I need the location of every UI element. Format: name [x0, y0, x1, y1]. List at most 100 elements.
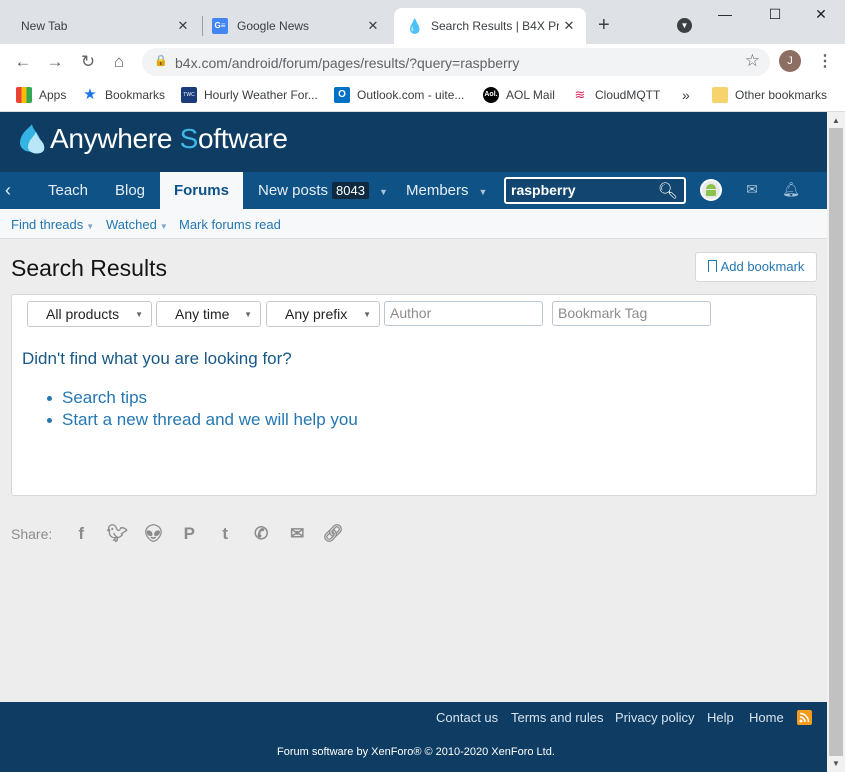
nav-new-posts[interactable]: New posts 8043 ▼ — [258, 172, 388, 209]
logo-word-1: Anywhere — [50, 123, 180, 154]
email-icon[interactable]: ✉ — [284, 524, 310, 544]
lock-icon: 🔒 — [154, 55, 168, 67]
tab-new-tab[interactable]: New Tab ✕ — [8, 8, 200, 44]
start-thread-link[interactable]: Start a new thread and we will help you — [47, 409, 358, 431]
bookmark-label: Outlook.com - uite... — [357, 88, 465, 102]
bookmark-label: Apps — [39, 88, 67, 102]
bookmark-cloudmqtt[interactable]: ≋ CloudMQTT — [572, 86, 661, 104]
maximize-icon[interactable]: ☐ — [765, 6, 785, 23]
tab-search-results[interactable]: 💧 Search Results | B4X Programm ✕ — [394, 8, 586, 44]
twitter-icon[interactable]: 🐦︎ — [104, 524, 130, 544]
star-icon: ★ — [83, 86, 97, 103]
bookmark-other[interactable]: Other bookmarks — [712, 86, 827, 104]
copyright-text: Forum software by XenForo® © 2010-2020 X… — [277, 746, 555, 758]
tumblr-icon[interactable]: t — [212, 524, 238, 544]
subnav-label: Watched — [106, 217, 157, 232]
forward-arrow-icon[interactable]: → — [44, 51, 66, 73]
browser-toolbar: ← → ↻ ⌂ 🔒 b4x.com/android/forum/pages/re… — [0, 44, 845, 80]
pinterest-icon[interactable]: P — [176, 524, 202, 544]
help-links: Search tips Start a new thread and we wi… — [47, 387, 358, 431]
profile-avatar[interactable]: J — [779, 50, 801, 72]
scroll-up-arrow-icon[interactable]: ▲ — [832, 116, 840, 125]
share-bar: Share: f 🐦︎ 👽︎ P t ✆ ✉ 🔗︎ — [11, 524, 356, 544]
page-scrollbar[interactable]: ▲ ▼ — [827, 112, 845, 772]
logo-word-2: oftware — [197, 123, 288, 154]
chevron-down-icon: ▼ — [244, 310, 252, 319]
window-close-icon[interactable]: ✕ — [811, 6, 831, 23]
footer-home-link[interactable]: Home — [749, 710, 784, 725]
footer-terms-link[interactable]: Terms and rules — [511, 710, 603, 725]
filter-products-select[interactable]: All products ▼ — [27, 301, 152, 327]
scrollbar-thumb[interactable] — [829, 128, 843, 756]
weather-channel-icon: TWC — [181, 87, 197, 103]
bookmark-bookmarks[interactable]: ★ Bookmarks — [82, 86, 165, 104]
android-avatar[interactable] — [700, 179, 722, 201]
logo-waves-icon — [20, 124, 45, 154]
footer-privacy-link[interactable]: Privacy policy — [615, 710, 694, 725]
tab-google-news[interactable]: G≡ Google News ✕ — [204, 8, 390, 44]
bookmark-weather[interactable]: TWC Hourly Weather For... — [181, 86, 318, 104]
subnav-find-threads[interactable]: Find threads ▼ — [11, 217, 94, 232]
new-tab-plus-icon[interactable]: + — [598, 15, 610, 35]
close-icon[interactable]: ✕ — [562, 19, 576, 33]
home-icon[interactable]: ⌂ — [108, 51, 130, 73]
mail-icon[interactable]: ✉ — [741, 181, 763, 201]
search-icon[interactable]: 🔍︎ — [658, 181, 678, 201]
link-icon[interactable]: 🔗︎ — [320, 524, 346, 544]
bookmark-apps[interactable]: Apps — [16, 86, 66, 104]
search-tips-link[interactable]: Search tips — [47, 387, 358, 409]
author-input[interactable]: Author — [384, 301, 543, 326]
address-bar[interactable]: 🔒 b4x.com/android/forum/pages/results/?q… — [142, 48, 770, 76]
chevron-down-icon[interactable]: ▼ — [379, 187, 388, 197]
bookmark-tag-input[interactable]: Bookmark Tag — [552, 301, 711, 326]
site-logo[interactable]: Anywhere Software — [16, 122, 288, 156]
bookmark-aol[interactable]: Aol. AOL Mail — [483, 86, 555, 104]
rss-icon[interactable] — [797, 710, 812, 725]
bookmark-label: Bookmarks — [105, 88, 166, 102]
bookmark-star-icon[interactable]: ☆ — [745, 51, 760, 71]
chevron-down-icon: ▼ — [159, 222, 168, 231]
tab-title: New Tab — [21, 19, 68, 33]
browser-tab-strip: New Tab ✕ G≡ Google News ✕ 💧 Search Resu… — [0, 0, 845, 44]
reload-icon[interactable]: ↻ — [77, 51, 99, 73]
tab-search-chevron-icon[interactable]: ▼ — [677, 18, 692, 33]
facebook-icon[interactable]: f — [68, 524, 94, 544]
new-posts-count-badge: 8043 — [332, 182, 369, 199]
scroll-down-arrow-icon[interactable]: ▼ — [832, 759, 840, 768]
nav-blog[interactable]: Blog — [115, 172, 145, 209]
logo-text: Anywhere Software — [50, 123, 288, 155]
subnav-watched[interactable]: Watched ▼ — [106, 217, 168, 232]
filter-prefix-select[interactable]: Any prefix ▼ — [266, 301, 380, 327]
bookmark-outlook[interactable]: O Outlook.com - uite... — [334, 86, 464, 104]
nav-back-chevron-icon[interactable]: ‹ — [5, 172, 11, 209]
nav-forums[interactable]: Forums — [160, 172, 243, 209]
nav-teach[interactable]: Teach — [48, 172, 88, 209]
bookmarks-bar: Apps ★ Bookmarks TWC Hourly Weather For.… — [0, 80, 845, 112]
subnav-mark-forums-read[interactable]: Mark forums read — [179, 217, 281, 232]
close-icon[interactable]: ✕ — [176, 19, 190, 33]
close-icon[interactable]: ✕ — [366, 19, 380, 33]
add-bookmark-button[interactable]: Add bookmark — [695, 252, 817, 282]
filter-value: Any prefix — [285, 306, 348, 322]
reddit-icon[interactable]: 👽︎ — [140, 524, 166, 544]
filter-value: All products — [46, 306, 120, 322]
web-page: Anywhere Software ‹ Teach Blog Forums Ne… — [0, 112, 827, 772]
footer-contact-link[interactable]: Contact us — [436, 710, 498, 725]
chrome-menu-icon[interactable]: ⋮ — [817, 51, 833, 71]
b4x-drop-icon: 💧 — [406, 18, 424, 34]
apps-grid-icon — [16, 87, 32, 103]
chevron-down-icon[interactable]: ▼ — [479, 187, 488, 197]
outlook-icon: O — [334, 87, 350, 103]
nav-members[interactable]: Members ▼ — [406, 172, 487, 209]
footer-help-link[interactable]: Help — [707, 710, 734, 725]
back-arrow-icon[interactable]: ← — [12, 51, 34, 73]
minimize-icon[interactable]: — — [715, 6, 735, 22]
nav-new-posts-label: New posts — [258, 182, 329, 199]
filter-time-select[interactable]: Any time ▼ — [156, 301, 261, 327]
site-navbar: ‹ Teach Blog Forums New posts 8043 ▼ Membe… — [0, 172, 827, 209]
bookmarks-overflow-chevron[interactable]: » — [682, 86, 690, 104]
bell-icon[interactable]: 🔔︎ — [780, 181, 802, 201]
bookmark-icon — [707, 260, 717, 272]
site-search-input[interactable]: raspberry 🔍︎ — [504, 177, 686, 204]
whatsapp-icon[interactable]: ✆ — [248, 524, 274, 544]
